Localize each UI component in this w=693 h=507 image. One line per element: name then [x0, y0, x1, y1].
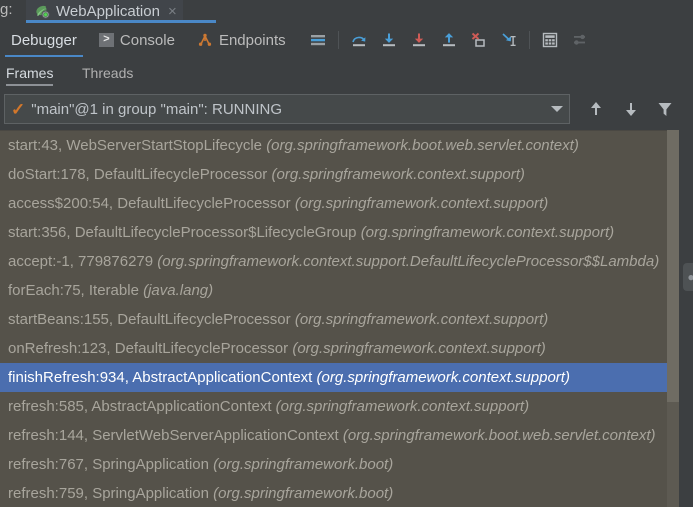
check-icon: ✓	[11, 99, 26, 119]
frame-method: access$200:54, DefaultLifecycleProcessor	[8, 195, 291, 212]
frame-row[interactable]: accept:-1, 779876279 (org.springframewor…	[0, 247, 693, 276]
frame-row[interactable]: access$200:54, DefaultLifecycleProcessor…	[0, 189, 693, 218]
frame-method: refresh:767, SpringApplication	[8, 456, 209, 473]
settings-list-icon[interactable]	[565, 27, 595, 53]
force-step-into-icon[interactable]	[404, 27, 434, 53]
tab-endpoints[interactable]: Endpoints	[186, 23, 297, 57]
frame-method: start:43, WebServerStartStopLifecycle	[8, 137, 263, 154]
tab-console-label: Console	[119, 31, 175, 49]
console-prompt-icon: >	[98, 33, 114, 47]
frames-down-button[interactable]	[618, 96, 644, 122]
subtab-frames-label: Frames	[6, 64, 54, 81]
frame-package: (org.springframework.context.support)	[294, 311, 549, 328]
frame-package: (org.springframework.context.support.Def…	[157, 253, 660, 270]
frame-method: start:356, DefaultLifecycleProcessor$Lif…	[8, 224, 357, 241]
frame-package: (org.springframework.boot.web.servlet.co…	[266, 137, 579, 154]
frames-scrollbar-track[interactable]	[667, 130, 679, 507]
step-out-icon[interactable]	[434, 27, 464, 53]
spring-boot-leaf-icon	[34, 4, 50, 20]
drop-frame-icon[interactable]	[464, 27, 494, 53]
tab-debugger[interactable]: Debugger	[0, 23, 88, 57]
frame-package: (org.springframework.boot)	[213, 485, 394, 502]
subtab-threads[interactable]: Threads	[82, 57, 133, 88]
debug-toolbar: Debugger > Console Endpoints	[0, 23, 693, 57]
frame-row[interactable]: refresh:759, SpringApplication (org.spri…	[0, 479, 693, 507]
endpoints-icon	[197, 32, 213, 48]
tab-endpoints-label: Endpoints	[218, 31, 286, 49]
run-to-cursor-icon[interactable]	[494, 27, 524, 53]
layout-settings-icon[interactable]	[303, 27, 333, 53]
frame-method: doStart:178, DefaultLifecycleProcessor	[8, 166, 268, 183]
frame-row[interactable]: startBeans:155, DefaultLifecycleProcesso…	[0, 305, 693, 334]
subtab-frames[interactable]: Frames	[6, 57, 54, 88]
frame-package: (org.springframework.context.support)	[292, 340, 546, 357]
frame-package: (org.springframework.context.support)	[360, 224, 615, 241]
frames-list: start:43, WebServerStartStopLifecycle (o…	[0, 131, 693, 507]
step-over-icon[interactable]	[344, 27, 374, 53]
chevron-down-icon[interactable]	[551, 106, 563, 112]
tab-console[interactable]: > Console	[88, 23, 186, 57]
close-icon[interactable]: ×	[166, 4, 177, 19]
frame-row[interactable]: doStart:178, DefaultLifecycleProcessor (…	[0, 160, 693, 189]
frame-row[interactable]: refresh:767, SpringApplication (org.spri…	[0, 450, 693, 479]
arrow-down-icon	[626, 103, 636, 116]
frame-package: (org.springframework.boot.web.servlet.co…	[342, 427, 656, 444]
arrow-up-icon	[591, 102, 601, 115]
frames-filter-button[interactable]	[652, 96, 678, 122]
frame-package: (org.springframework.context.support)	[316, 369, 570, 386]
frame-method: onRefresh:123, DefaultLifecycleProcessor	[8, 340, 289, 357]
funnel-icon	[658, 103, 672, 116]
frame-row[interactable]: onRefresh:123, DefaultLifecycleProcessor…	[0, 334, 693, 363]
frame-row[interactable]: forEach:75, Iterable (java.lang)	[0, 276, 693, 305]
frames-up-button[interactable]	[583, 96, 609, 122]
frame-package: (org.springframework.context.support)	[294, 195, 549, 212]
gutter-chip[interactable]: ●	[683, 263, 693, 291]
frames-list-panel[interactable]: start:43, WebServerStartStopLifecycle (o…	[0, 130, 693, 507]
thread-selector-value: "main"@1 in group "main": RUNNING	[31, 100, 283, 118]
step-into-icon[interactable]	[374, 27, 404, 53]
frame-package: (java.lang)	[143, 282, 214, 299]
run-tab-title: WebApplication	[56, 3, 160, 20]
thread-selector-combo[interactable]: ✓ "main"@1 in group "main": RUNNING	[4, 94, 570, 124]
tabstrip-prefix-label: g:	[0, 1, 13, 18]
frames-scrollbar-thumb[interactable]	[667, 130, 679, 402]
frame-method: startBeans:155, DefaultLifecycleProcesso…	[8, 311, 291, 328]
frame-row[interactable]: start:356, DefaultLifecycleProcessor$Lif…	[0, 218, 693, 247]
frame-row[interactable]: refresh:144, ServletWebServerApplication…	[0, 421, 693, 450]
frame-package: (org.springframework.context.support)	[275, 398, 530, 415]
frame-method: finishRefresh:934, AbstractApplicationCo…	[8, 369, 313, 386]
frame-package: (org.springframework.context.support)	[271, 166, 525, 183]
thread-selector-bar: ✓ "main"@1 in group "main": RUNNING	[0, 88, 693, 130]
tab-debugger-label: Debugger	[11, 31, 77, 49]
frame-row[interactable]: start:43, WebServerStartStopLifecycle (o…	[0, 131, 693, 160]
frame-row[interactable]: finishRefresh:934, AbstractApplicationCo…	[0, 363, 693, 392]
frame-method: refresh:759, SpringApplication	[8, 485, 209, 502]
frame-method: refresh:585, AbstractApplicationContext	[8, 398, 272, 415]
toolbar-separator-2	[528, 31, 530, 49]
frame-row[interactable]: refresh:585, AbstractApplicationContext …	[0, 392, 693, 421]
frames-right-gutter: ●	[679, 130, 693, 507]
subtab-threads-label: Threads	[82, 64, 134, 81]
toolbar-separator-1	[337, 31, 339, 49]
frame-method: refresh:144, ServletWebServerApplication…	[8, 427, 339, 444]
frame-method: forEach:75, Iterable	[8, 282, 139, 299]
frame-package: (org.springframework.boot)	[213, 456, 394, 473]
run-window-tabstrip: g: WebApplication ×	[0, 0, 693, 23]
debugger-subtabs: Frames Threads	[0, 57, 693, 88]
evaluate-expression-icon[interactable]	[535, 27, 565, 53]
frame-method: accept:-1, 779876279	[8, 253, 154, 270]
